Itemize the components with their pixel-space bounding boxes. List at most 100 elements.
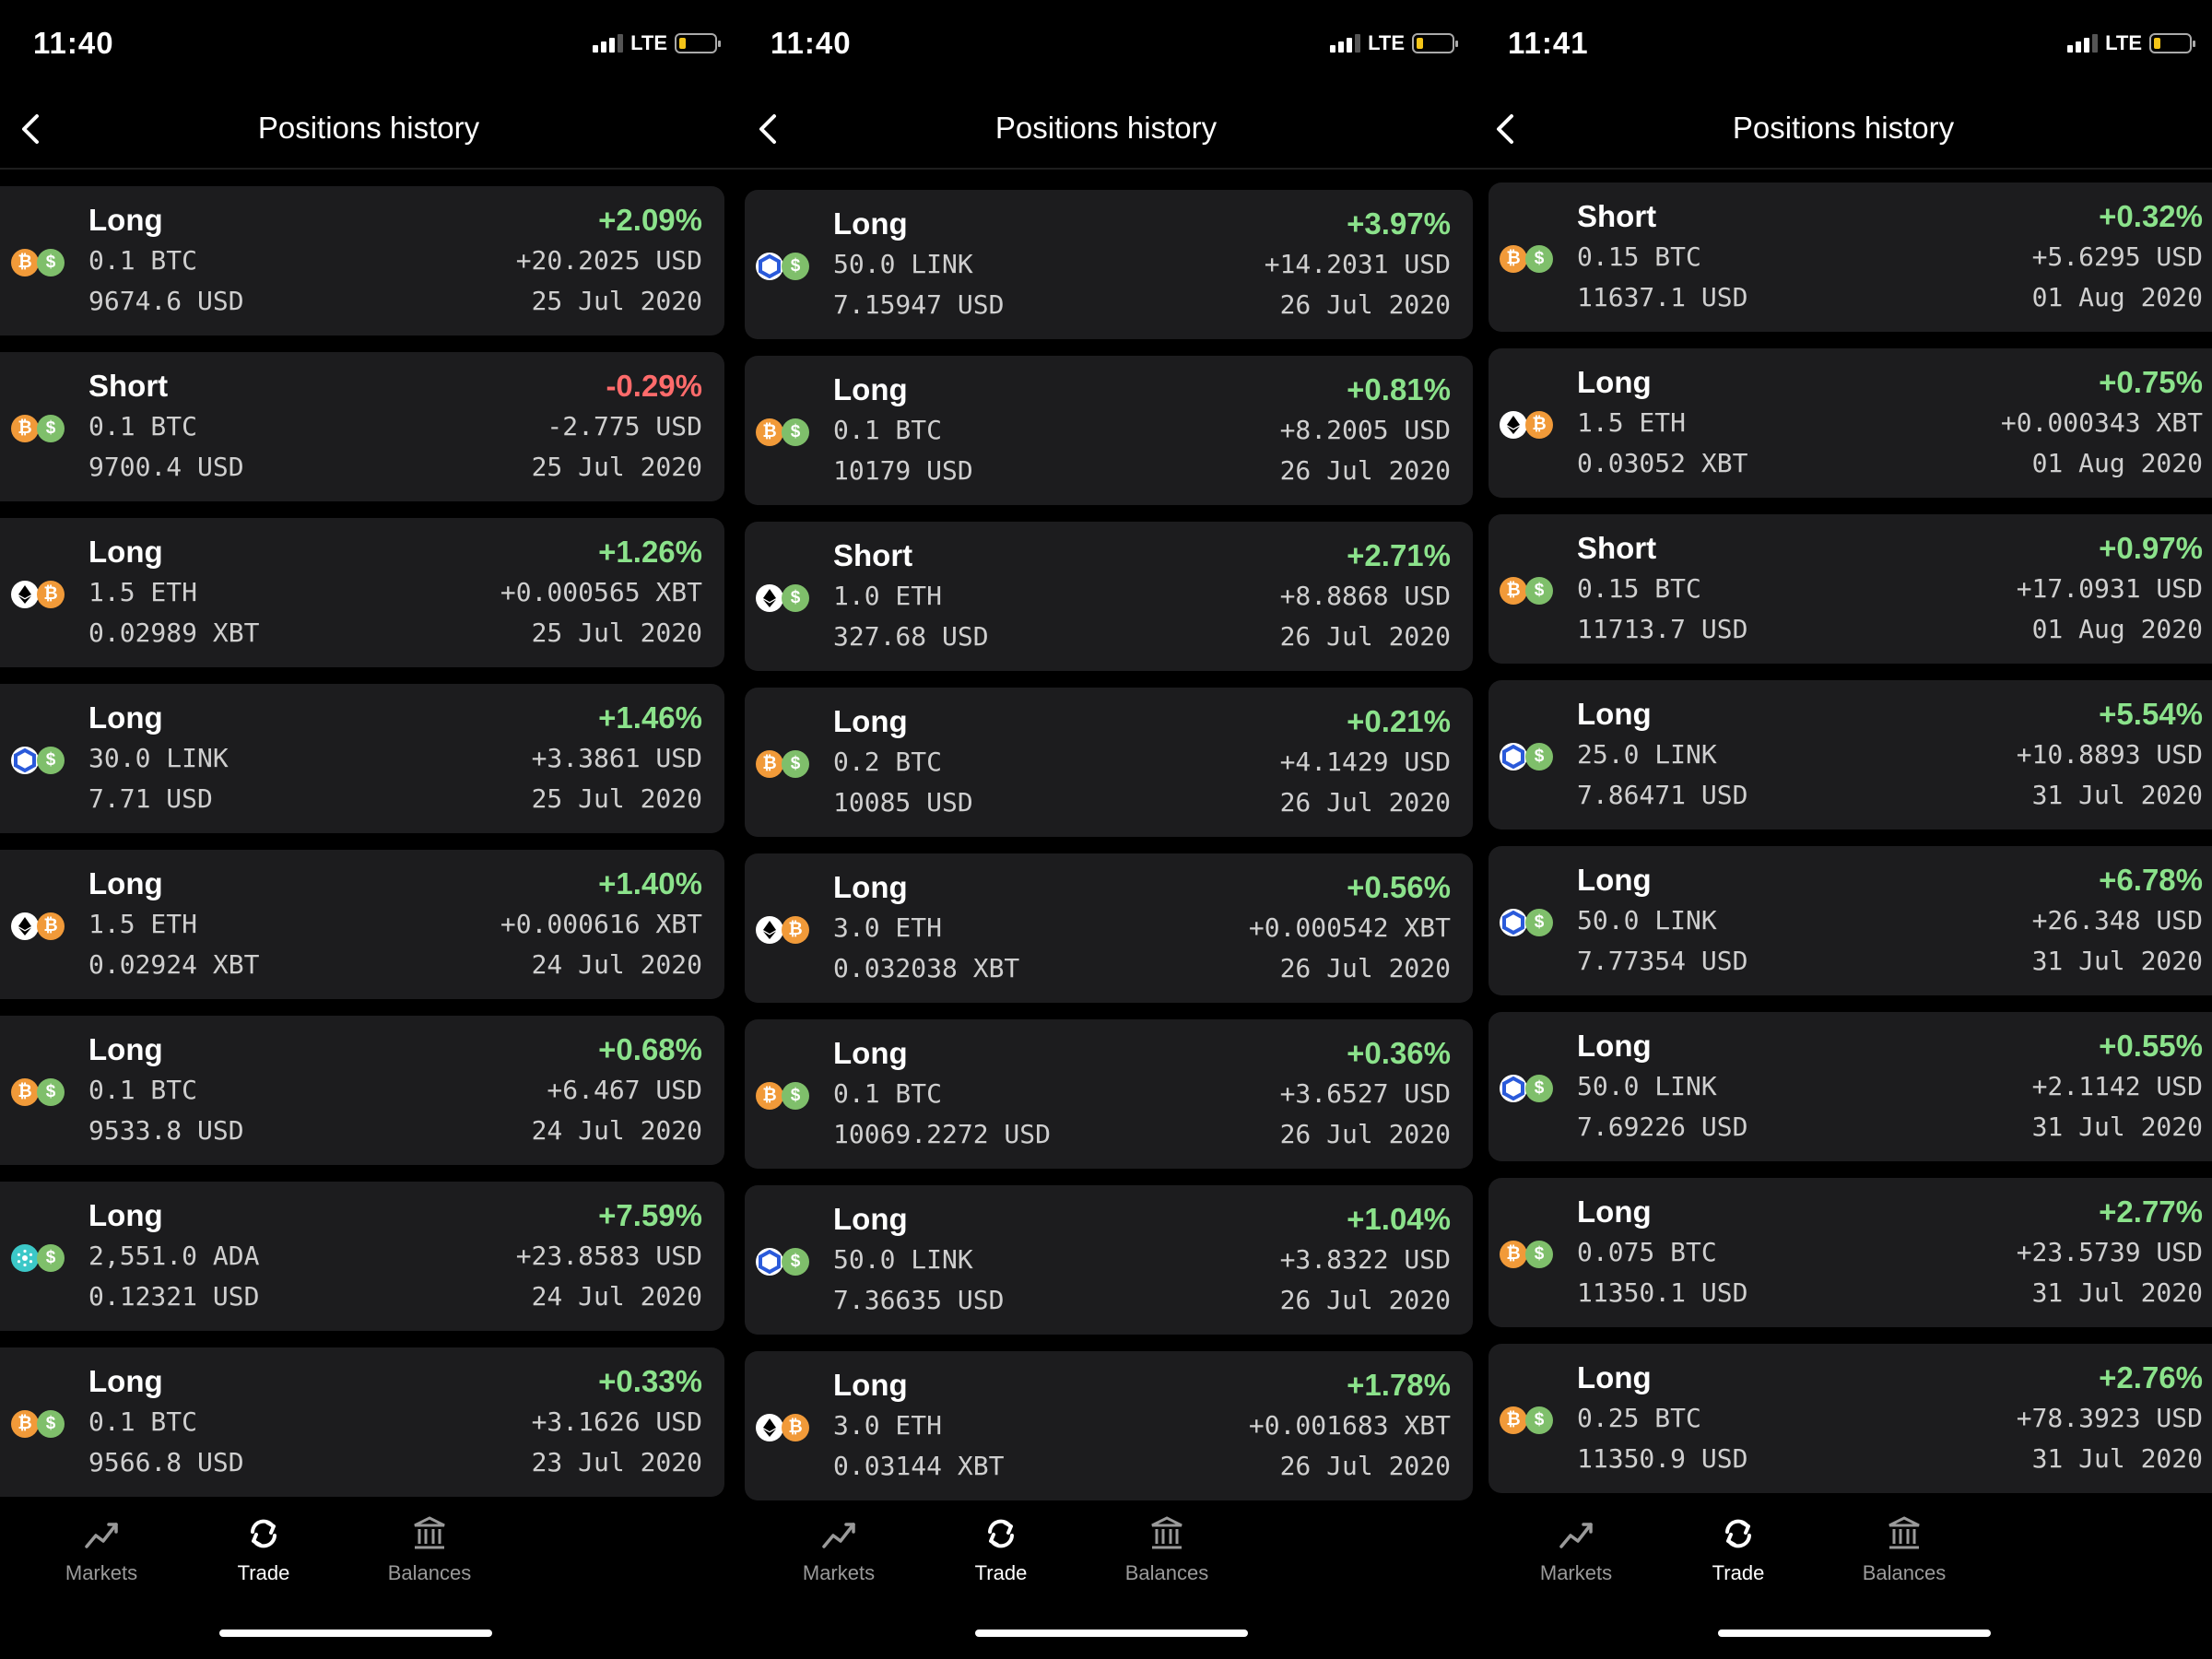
balances-bank-icon [1884, 1513, 1924, 1554]
btc-coin-icon: ₿ [1500, 1241, 1527, 1268]
entry-price: 327.68 USD [833, 621, 989, 652]
tab-balances[interactable]: Balances [337, 1513, 522, 1585]
status-time: 11:41 [1508, 26, 1589, 60]
position-card[interactable]: ₿ $ Long 0.1 BTC 10069.2272 USD +0.36% +3.6527… [745, 1019, 1473, 1169]
pnl-percent: -0.29% [606, 369, 702, 403]
position-quantity: 0.075 BTC [1577, 1237, 1717, 1267]
tab-balances[interactable]: Balances [1075, 1513, 1259, 1585]
tab-trade[interactable]: Trade [171, 1513, 356, 1585]
status-indicators: LTE [593, 31, 721, 55]
position-card[interactable]: $ Long 25.0 LINK 7.86471 USD +5.54% +10.8893 … [1488, 680, 2212, 830]
position-side: Long [1577, 863, 1652, 897]
pair-icons: $ [11, 747, 70, 778]
entry-price: 0.03144 XBT [833, 1451, 1005, 1481]
entry-price: 9533.8 USD [88, 1115, 244, 1146]
usd-coin-icon: $ [782, 253, 809, 280]
tab-trade[interactable]: Trade [1646, 1513, 1830, 1585]
entry-price: 7.86471 USD [1577, 780, 1748, 810]
usd-coin-icon: $ [37, 747, 65, 774]
pnl-amount: +3.8322 USD [1279, 1244, 1451, 1275]
position-card[interactable]: $ Long 2,551.0 ADA 0.12321 USD +7.59% +23.858… [0, 1182, 724, 1331]
position-card[interactable]: ₿ $ Long 0.075 BTC 11350.1 USD +2.77% +23.5739… [1488, 1178, 2212, 1327]
link-coin-icon [1500, 743, 1527, 771]
position-side: Long [88, 1364, 163, 1398]
position-card[interactable]: ₿ $ Long 0.25 BTC 11350.9 USD +2.76% +78.3923 … [1488, 1344, 2212, 1493]
close-date: 01 Aug 2020 [2031, 448, 2203, 478]
btc-coin-icon: ₿ [1500, 577, 1527, 605]
pnl-percent: +2.76% [2099, 1360, 2203, 1394]
position-quantity: 1.0 ETH [833, 581, 943, 611]
position-card[interactable]: $ Long 30.0 LINK 7.71 USD +1.46% +3.3861 USD 2… [0, 684, 724, 833]
position-card[interactable]: ₿ $ Short 0.15 BTC 11637.1 USD +0.32% +5.6295 … [1488, 182, 2212, 332]
entry-price: 0.03052 XBT [1577, 448, 1748, 478]
tab-balances[interactable]: Balances [1812, 1513, 1996, 1585]
usd-coin-icon: $ [37, 249, 65, 276]
eth-coin-icon [756, 1414, 783, 1441]
pnl-percent: +0.36% [1347, 1036, 1451, 1070]
position-quantity: 2,551.0 ADA [88, 1241, 260, 1271]
tab-bar: Markets Trade Balances [1475, 1500, 2212, 1653]
usd-coin-icon: $ [1525, 909, 1553, 936]
pnl-percent: +0.68% [598, 1032, 702, 1066]
btc-coin-icon: ₿ [11, 249, 39, 276]
pair-icons: ₿ $ [1500, 577, 1559, 608]
position-side: Long [833, 1368, 908, 1402]
network-type: LTE [630, 31, 667, 54]
position-card[interactable]: ₿ $ Long 0.1 BTC 9533.8 USD +0.68% +6.467 USD 2… [0, 1016, 724, 1165]
pnl-percent: +0.97% [2099, 531, 2203, 565]
position-card[interactable]: $ Long 50.0 LINK 7.77354 USD +6.78% +26.348 U… [1488, 846, 2212, 995]
pair-icons: ₿ $ [1500, 245, 1559, 276]
position-card[interactable]: ₿ $ Long 0.2 BTC 10085 USD +0.21% +4.1429 USD 2… [745, 688, 1473, 837]
position-card[interactable]: ₿ Long 1.5 ETH 0.03052 XBT +0.75% +0.000343 X… [1488, 348, 2212, 498]
entry-price: 11350.1 USD [1577, 1277, 1748, 1308]
usd-coin-icon: $ [782, 584, 809, 612]
entry-price: 9674.6 USD [88, 286, 244, 316]
tab-markets[interactable]: Markets [747, 1513, 931, 1585]
position-quantity: 30.0 LINK [88, 743, 229, 773]
position-card[interactable]: ₿ Long 3.0 ETH 0.032038 XBT +0.56% +0.000542 … [745, 853, 1473, 1003]
position-card[interactable]: ₿ Long 3.0 ETH 0.03144 XBT +1.78% +0.001683 X… [745, 1351, 1473, 1500]
position-card[interactable]: ₿ Long 1.5 ETH 0.02924 XBT +1.40% +0.000616 X… [0, 850, 724, 999]
entry-price: 7.36635 USD [833, 1285, 1005, 1315]
pnl-percent: +1.40% [598, 866, 702, 900]
markets-chart-icon [1556, 1513, 1596, 1554]
network-type: LTE [2105, 31, 2142, 54]
position-card[interactable]: ₿ $ Long 0.1 BTC 9566.8 USD +0.33% +3.1626 USD… [0, 1347, 724, 1497]
position-side: Long [1577, 365, 1652, 399]
pnl-amount: +10.8893 USD [2016, 739, 2203, 770]
tab-trade[interactable]: Trade [909, 1513, 1093, 1585]
position-card[interactable]: ₿ $ Short 0.15 BTC 11713.7 USD +0.97% +17.0931… [1488, 514, 2212, 664]
position-side: Short [1577, 199, 1657, 233]
home-indicator [975, 1630, 1248, 1637]
position-card[interactable]: ₿ Long 1.5 ETH 0.02989 XBT +1.26% +0.000565 X… [0, 518, 724, 667]
pair-icons: $ [756, 584, 815, 616]
position-card[interactable]: $ Long 50.0 LINK 7.36635 USD +1.04% +3.8322 U… [745, 1185, 1473, 1335]
pnl-amount: +0.000616 XBT [500, 909, 702, 939]
header-divider [737, 168, 1475, 170]
position-side: Long [88, 1198, 163, 1232]
link-coin-icon [756, 1248, 783, 1276]
usd-coin-icon: $ [782, 418, 809, 446]
close-date: 26 Jul 2020 [1279, 289, 1451, 320]
position-card[interactable]: $ Long 50.0 LINK 7.69226 USD +0.55% +2.1142 U… [1488, 1012, 2212, 1161]
tab-markets[interactable]: Markets [1484, 1513, 1668, 1585]
link-coin-icon [11, 747, 39, 774]
position-card[interactable]: ₿ $ Short 0.1 BTC 9700.4 USD -0.29% -2.775 USD… [0, 352, 724, 501]
usd-coin-icon: $ [37, 1244, 65, 1272]
pnl-percent: +5.54% [2099, 697, 2203, 731]
tab-markets[interactable]: Markets [9, 1513, 194, 1585]
tab-label: Trade [974, 1561, 1028, 1584]
position-card[interactable]: $ Short 1.0 ETH 327.68 USD +2.71% +8.8868 USD… [745, 522, 1473, 671]
position-card[interactable]: ₿ $ Long 0.1 BTC 9674.6 USD +2.09% +20.2025 US… [0, 186, 724, 335]
header-divider [1475, 168, 2212, 170]
position-card[interactable]: $ Long 50.0 LINK 7.15947 USD +3.97% +14.2031 … [745, 190, 1473, 339]
position-quantity: 0.1 BTC [88, 245, 198, 276]
entry-price: 0.02924 XBT [88, 949, 260, 980]
position-card[interactable]: ₿ $ Long 0.1 BTC 10179 USD +0.81% +8.2005 USD 2… [745, 356, 1473, 505]
pnl-amount: +78.3923 USD [2016, 1403, 2203, 1433]
position-side: Long [1577, 1194, 1652, 1229]
pnl-amount: +5.6295 USD [2031, 241, 2203, 272]
pnl-amount: +0.000542 XBT [1248, 912, 1451, 943]
btc-coin-icon: ₿ [756, 418, 783, 446]
pnl-amount: +20.2025 USD [515, 245, 702, 276]
